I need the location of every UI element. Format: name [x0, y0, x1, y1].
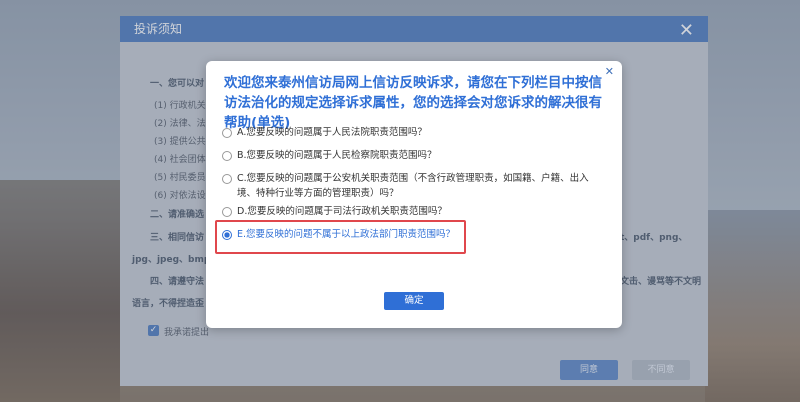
option-e[interactable]: E.您要反映的问题不属于以上政法部门职责范围吗？ [222, 227, 602, 242]
category-select-dialog: ✕ 欢迎您来泰州信访局网上信访反映诉求，请您在下列栏目中按信访法治化的规定选择诉… [206, 61, 622, 328]
option-label: A.您要反映的问题属于人民法院职责范围吗？ [237, 127, 427, 138]
close-icon[interactable]: ✕ [605, 65, 614, 78]
option-c[interactable]: C.您要反映的问题属于公安机关职责范围（不含行政管理职责，如国籍、户籍、出入境、… [222, 171, 607, 201]
option-label: B.您要反映的问题属于人民检察院职责范围吗？ [237, 150, 437, 161]
option-b[interactable]: B.您要反映的问题属于人民检察院职责范围吗？ [222, 148, 602, 163]
option-a[interactable]: A.您要反映的问题属于人民法院职责范围吗？ [222, 125, 602, 140]
dialog-title: 欢迎您来泰州信访局网上信访反映诉求，请您在下列栏目中按信访法治化的规定选择诉求属… [224, 75, 602, 131]
option-d[interactable]: D.您要反映的问题属于司法行政机关职责范围吗？ [222, 204, 602, 219]
confirm-button[interactable]: 确定 [384, 292, 444, 310]
option-label: D.您要反映的问题属于司法行政机关职责范围吗？ [237, 206, 447, 217]
radio-icon[interactable] [222, 174, 232, 184]
radio-icon[interactable] [222, 151, 232, 161]
option-label: C.您要反映的问题属于公安机关职责范围（不含行政管理职责，如国籍、户籍、出入境、… [237, 173, 589, 199]
option-label: E.您要反映的问题不属于以上政法部门职责范围吗？ [237, 229, 456, 240]
radio-selected-icon[interactable] [222, 230, 232, 240]
radio-icon[interactable] [222, 207, 232, 217]
radio-icon[interactable] [222, 128, 232, 138]
